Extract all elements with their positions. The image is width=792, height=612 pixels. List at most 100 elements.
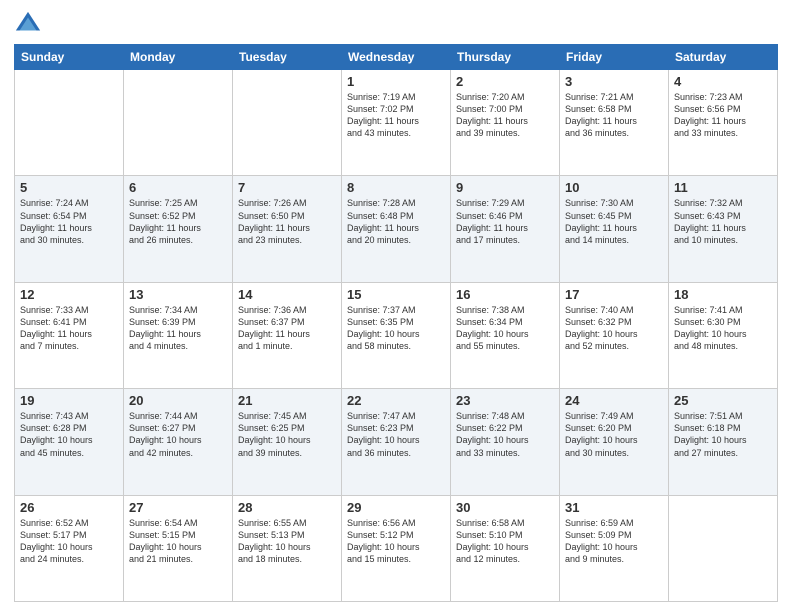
calendar-table: SundayMondayTuesdayWednesdayThursdayFrid… xyxy=(14,44,778,602)
day-number: 27 xyxy=(129,500,227,515)
weekday-header-sunday: Sunday xyxy=(15,45,124,70)
calendar-cell xyxy=(233,70,342,176)
day-info: Sunrise: 7:34 AMSunset: 6:39 PMDaylight:… xyxy=(129,304,227,353)
day-number: 14 xyxy=(238,287,336,302)
calendar-cell xyxy=(669,495,778,601)
calendar-cell xyxy=(15,70,124,176)
day-number: 29 xyxy=(347,500,445,515)
day-number: 20 xyxy=(129,393,227,408)
calendar-cell: 5 Sunrise: 7:24 AMSunset: 6:54 PMDaylight… xyxy=(15,176,124,282)
weekday-header-thursday: Thursday xyxy=(451,45,560,70)
day-number: 2 xyxy=(456,74,554,89)
day-info: Sunrise: 7:40 AMSunset: 6:32 PMDaylight:… xyxy=(565,304,663,353)
day-number: 21 xyxy=(238,393,336,408)
calendar-cell: 18 Sunrise: 7:41 AMSunset: 6:30 PMDayligh… xyxy=(669,282,778,388)
calendar-cell: 25 Sunrise: 7:51 AMSunset: 6:18 PMDayligh… xyxy=(669,389,778,495)
day-info: Sunrise: 7:32 AMSunset: 6:43 PMDaylight:… xyxy=(674,197,772,246)
day-info: Sunrise: 7:20 AMSunset: 7:00 PMDaylight:… xyxy=(456,91,554,140)
day-number: 3 xyxy=(565,74,663,89)
calendar-cell: 2 Sunrise: 7:20 AMSunset: 7:00 PMDaylight… xyxy=(451,70,560,176)
day-number: 18 xyxy=(674,287,772,302)
calendar-cell: 27 Sunrise: 6:54 AMSunset: 5:15 PMDayligh… xyxy=(124,495,233,601)
day-number: 31 xyxy=(565,500,663,515)
logo-icon xyxy=(14,10,42,38)
day-number: 9 xyxy=(456,180,554,195)
calendar-cell: 30 Sunrise: 6:58 AMSunset: 5:10 PMDayligh… xyxy=(451,495,560,601)
calendar-cell: 7 Sunrise: 7:26 AMSunset: 6:50 PMDaylight… xyxy=(233,176,342,282)
day-number: 15 xyxy=(347,287,445,302)
weekday-header-friday: Friday xyxy=(560,45,669,70)
day-number: 6 xyxy=(129,180,227,195)
calendar-cell: 28 Sunrise: 6:55 AMSunset: 5:13 PMDayligh… xyxy=(233,495,342,601)
day-number: 8 xyxy=(347,180,445,195)
calendar-cell: 6 Sunrise: 7:25 AMSunset: 6:52 PMDaylight… xyxy=(124,176,233,282)
day-number: 16 xyxy=(456,287,554,302)
day-info: Sunrise: 7:47 AMSunset: 6:23 PMDaylight:… xyxy=(347,410,445,459)
calendar-cell: 24 Sunrise: 7:49 AMSunset: 6:20 PMDayligh… xyxy=(560,389,669,495)
weekday-header-saturday: Saturday xyxy=(669,45,778,70)
calendar-cell: 17Sunrise: 7:40 AMSunset: 6:32 PMDayligh… xyxy=(560,282,669,388)
day-number: 28 xyxy=(238,500,336,515)
weekday-header-monday: Monday xyxy=(124,45,233,70)
day-info: Sunrise: 6:55 AMSunset: 5:13 PMDaylight:… xyxy=(238,517,336,566)
calendar-cell: 12Sunrise: 7:33 AMSunset: 6:41 PMDayligh… xyxy=(15,282,124,388)
calendar-cell: 9 Sunrise: 7:29 AMSunset: 6:46 PMDaylight… xyxy=(451,176,560,282)
calendar-cell: 31 Sunrise: 6:59 AMSunset: 5:09 PMDayligh… xyxy=(560,495,669,601)
day-info: Sunrise: 7:25 AMSunset: 6:52 PMDaylight:… xyxy=(129,197,227,246)
calendar-cell: 8Sunrise: 7:28 AMSunset: 6:48 PMDaylight… xyxy=(342,176,451,282)
weekday-header-tuesday: Tuesday xyxy=(233,45,342,70)
day-number: 22 xyxy=(347,393,445,408)
day-info: Sunrise: 6:54 AMSunset: 5:15 PMDaylight:… xyxy=(129,517,227,566)
calendar-cell: 15 Sunrise: 7:37 AMSunset: 6:35 PMDayligh… xyxy=(342,282,451,388)
day-number: 4 xyxy=(674,74,772,89)
day-info: Sunrise: 7:43 AMSunset: 6:28 PMDaylight:… xyxy=(20,410,118,459)
day-number: 26 xyxy=(20,500,118,515)
calendar-cell: 11 Sunrise: 7:32 AMSunset: 6:43 PMDayligh… xyxy=(669,176,778,282)
day-info: Sunrise: 7:29 AMSunset: 6:46 PMDaylight:… xyxy=(456,197,554,246)
day-number: 5 xyxy=(20,180,118,195)
day-info: Sunrise: 7:36 AMSunset: 6:37 PMDaylight:… xyxy=(238,304,336,353)
day-info: Sunrise: 6:58 AMSunset: 5:10 PMDaylight:… xyxy=(456,517,554,566)
calendar-cell: 20 Sunrise: 7:44 AMSunset: 6:27 PMDayligh… xyxy=(124,389,233,495)
weekday-header-wednesday: Wednesday xyxy=(342,45,451,70)
calendar-cell: 16 Sunrise: 7:38 AMSunset: 6:34 PMDayligh… xyxy=(451,282,560,388)
calendar-cell xyxy=(124,70,233,176)
calendar-cell: 23 Sunrise: 7:48 AMSunset: 6:22 PMDayligh… xyxy=(451,389,560,495)
day-info: Sunrise: 7:38 AMSunset: 6:34 PMDaylight:… xyxy=(456,304,554,353)
day-number: 30 xyxy=(456,500,554,515)
calendar-cell: 19 Sunrise: 7:43 AMSunset: 6:28 PMDayligh… xyxy=(15,389,124,495)
day-info: Sunrise: 7:21 AMSunset: 6:58 PMDaylight:… xyxy=(565,91,663,140)
day-number: 11 xyxy=(674,180,772,195)
calendar-cell: 10 Sunrise: 7:30 AMSunset: 6:45 PMDayligh… xyxy=(560,176,669,282)
calendar-cell: 14 Sunrise: 7:36 AMSunset: 6:37 PMDayligh… xyxy=(233,282,342,388)
day-info: Sunrise: 6:56 AMSunset: 5:12 PMDaylight:… xyxy=(347,517,445,566)
day-info: Sunrise: 7:44 AMSunset: 6:27 PMDaylight:… xyxy=(129,410,227,459)
day-info: Sunrise: 7:48 AMSunset: 6:22 PMDaylight:… xyxy=(456,410,554,459)
day-info: Sunrise: 7:24 AMSunset: 6:54 PMDaylight:… xyxy=(20,197,118,246)
calendar-cell: 26Sunrise: 6:52 AMSunset: 5:17 PMDayligh… xyxy=(15,495,124,601)
day-number: 7 xyxy=(238,180,336,195)
day-info: Sunrise: 7:30 AMSunset: 6:45 PMDaylight:… xyxy=(565,197,663,246)
calendar-cell: 1Sunrise: 7:19 AMSunset: 7:02 PMDaylight… xyxy=(342,70,451,176)
day-info: Sunrise: 7:19 AMSunset: 7:02 PMDaylight:… xyxy=(347,91,445,140)
day-info: Sunrise: 7:33 AMSunset: 6:41 PMDaylight:… xyxy=(20,304,118,353)
day-number: 24 xyxy=(565,393,663,408)
calendar-cell: 21 Sunrise: 7:45 AMSunset: 6:25 PMDayligh… xyxy=(233,389,342,495)
day-info: Sunrise: 7:23 AMSunset: 6:56 PMDaylight:… xyxy=(674,91,772,140)
day-info: Sunrise: 7:45 AMSunset: 6:25 PMDaylight:… xyxy=(238,410,336,459)
header xyxy=(14,10,778,38)
day-info: Sunrise: 6:59 AMSunset: 5:09 PMDaylight:… xyxy=(565,517,663,566)
day-number: 19 xyxy=(20,393,118,408)
day-info: Sunrise: 7:37 AMSunset: 6:35 PMDaylight:… xyxy=(347,304,445,353)
calendar-cell: 13Sunrise: 7:34 AMSunset: 6:39 PMDayligh… xyxy=(124,282,233,388)
day-number: 25 xyxy=(674,393,772,408)
page: SundayMondayTuesdayWednesdayThursdayFrid… xyxy=(0,0,792,612)
calendar-cell: 29 Sunrise: 6:56 AMSunset: 5:12 PMDayligh… xyxy=(342,495,451,601)
calendar-cell: 22 Sunrise: 7:47 AMSunset: 6:23 PMDayligh… xyxy=(342,389,451,495)
day-number: 23 xyxy=(456,393,554,408)
day-info: Sunrise: 7:49 AMSunset: 6:20 PMDaylight:… xyxy=(565,410,663,459)
day-info: Sunrise: 7:41 AMSunset: 6:30 PMDaylight:… xyxy=(674,304,772,353)
day-info: Sunrise: 7:26 AMSunset: 6:50 PMDaylight:… xyxy=(238,197,336,246)
day-info: Sunrise: 7:51 AMSunset: 6:18 PMDaylight:… xyxy=(674,410,772,459)
day-number: 10 xyxy=(565,180,663,195)
